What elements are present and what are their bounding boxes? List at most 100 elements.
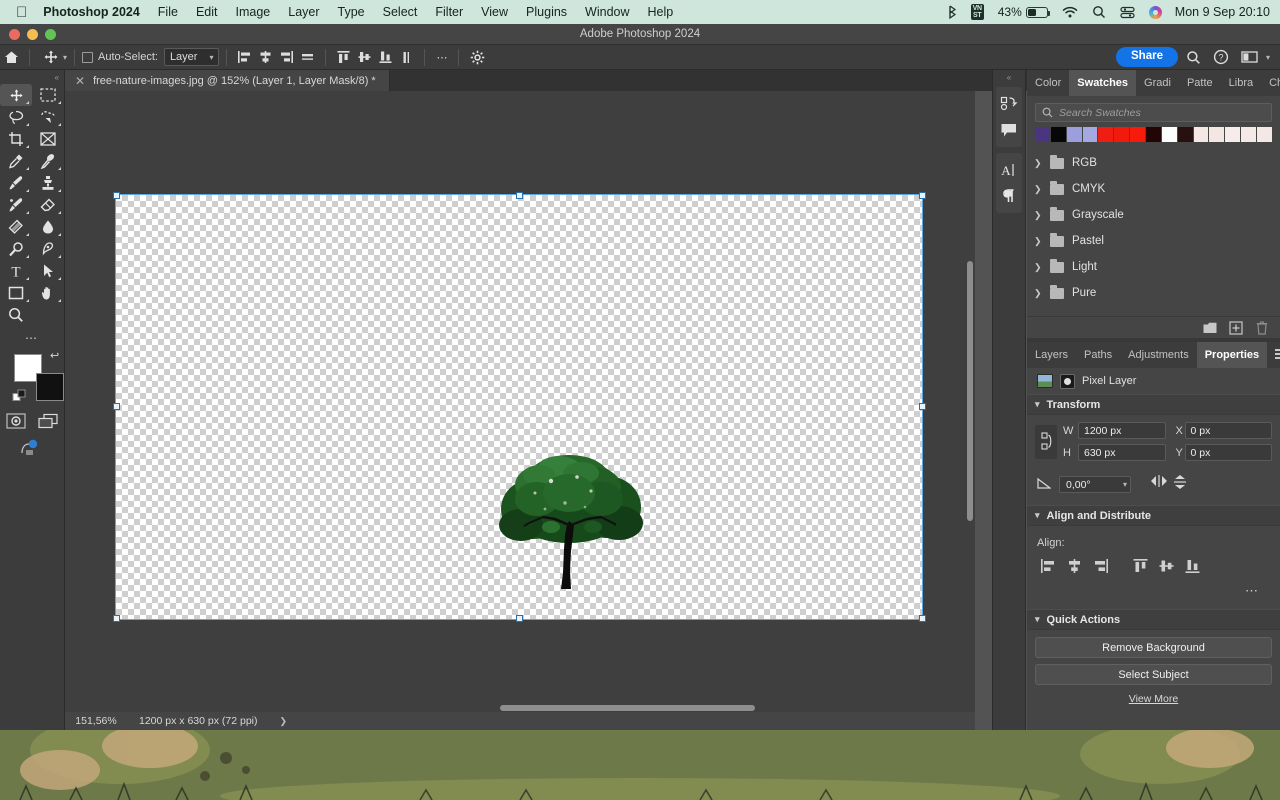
menu-item-image[interactable]: Image <box>227 5 280 19</box>
siri-icon[interactable] <box>1142 6 1169 19</box>
align-horizontal-centers-icon[interactable] <box>255 47 276 67</box>
default-colors-icon[interactable] <box>12 389 27 409</box>
height-input[interactable]: 630 px <box>1078 444 1166 461</box>
swatch-cell[interactable] <box>1257 127 1272 142</box>
align-right-edges-icon[interactable] <box>276 47 297 67</box>
new-swatch-icon[interactable] <box>1228 321 1244 335</box>
clone-stamp-tool-icon[interactable] <box>32 172 64 194</box>
swatch-cell[interactable] <box>1130 127 1145 142</box>
menu-item-select[interactable]: Select <box>374 5 427 19</box>
share-button[interactable]: Share <box>1116 47 1178 67</box>
menu-item-plugins[interactable]: Plugins <box>517 5 576 19</box>
rectangle-tool-icon[interactable] <box>0 282 32 304</box>
select-subject-button[interactable]: Select Subject <box>1035 664 1272 685</box>
swatch-cell[interactable] <box>1241 127 1256 142</box>
auto-select-checkbox[interactable] <box>82 52 93 63</box>
quick-actions-section-header[interactable]: ▾ Quick Actions <box>1027 609 1280 630</box>
swatch-cell[interactable] <box>1146 127 1161 142</box>
menu-item-view[interactable]: View <box>472 5 517 19</box>
eraser-tool-icon[interactable] <box>32 194 64 216</box>
character-panel-icon[interactable]: A <box>996 157 1022 183</box>
home-icon[interactable] <box>0 50 22 64</box>
tab-color[interactable]: Color <box>1027 70 1069 96</box>
swatch-cell[interactable] <box>1178 127 1193 142</box>
search-icon[interactable] <box>1182 47 1205 67</box>
libraries-icon[interactable] <box>996 91 1022 117</box>
tab-layers[interactable]: Layers <box>1027 342 1076 368</box>
extras-icon[interactable] <box>19 437 45 462</box>
vpn-status-icon[interactable]: VNST <box>964 4 991 20</box>
transform-handle-top-left[interactable] <box>113 192 120 199</box>
align-vertical-centers-icon[interactable] <box>1153 557 1179 575</box>
tab-swatches[interactable]: Swatches <box>1069 70 1136 96</box>
bluetooth-icon[interactable] <box>941 5 964 19</box>
zoom-level[interactable]: 151,56% <box>65 715 127 727</box>
blur-tool-icon[interactable] <box>32 216 64 238</box>
battery-status[interactable]: 43% <box>991 5 1055 19</box>
zoom-tool-icon[interactable] <box>0 304 32 326</box>
tab-adjustments[interactable]: Adjustments <box>1120 342 1197 368</box>
align-section-header[interactable]: ▾ Align and Distribute <box>1027 505 1280 526</box>
transform-section-header[interactable]: ▾ Transform <box>1027 394 1280 415</box>
align-top-edges-icon[interactable] <box>333 47 354 67</box>
swatch-folder-light[interactable]: ❯ Light <box>1027 254 1280 280</box>
hand-tool-icon[interactable] <box>32 282 64 304</box>
transform-handle-middle-right[interactable] <box>919 403 926 410</box>
remove-background-button[interactable]: Remove Background <box>1035 637 1272 658</box>
paragraph-panel-icon[interactable] <box>996 183 1022 209</box>
transform-handle-top-right[interactable] <box>919 192 926 199</box>
object-selection-tool-icon[interactable] <box>32 106 64 128</box>
frame-tool-icon[interactable] <box>32 128 64 150</box>
align-right-edges-icon[interactable] <box>1087 557 1113 575</box>
wifi-icon[interactable] <box>1055 6 1085 19</box>
path-selection-tool-icon[interactable] <box>32 260 64 282</box>
swatch-cell[interactable] <box>1035 127 1050 142</box>
menu-item-file[interactable]: File <box>149 5 187 19</box>
search-input[interactable]: Search Swatches <box>1035 103 1272 122</box>
tab-patterns[interactable]: Patte <box>1179 70 1221 96</box>
swatch-cell[interactable] <box>1225 127 1240 142</box>
swatch-folder-grayscale[interactable]: ❯ Grayscale <box>1027 202 1280 228</box>
tab-libraries[interactable]: Libra <box>1221 70 1261 96</box>
menu-item-help[interactable]: Help <box>639 5 683 19</box>
width-input[interactable]: 1200 px <box>1078 422 1166 439</box>
chevron-right-icon[interactable]: ❯ <box>258 716 288 727</box>
distribute-vertically-icon[interactable] <box>396 47 417 67</box>
spot-healing-brush-tool-icon[interactable] <box>32 150 64 172</box>
more-tools-icon[interactable]: ⋯ <box>0 326 64 349</box>
menu-item-filter[interactable]: Filter <box>426 5 472 19</box>
menu-item-type[interactable]: Type <box>329 5 374 19</box>
swatch-cell[interactable] <box>1098 127 1113 142</box>
rotation-angle-input[interactable]: 0,00° ▾ <box>1059 476 1131 493</box>
dodge-tool-icon[interactable] <box>0 238 32 260</box>
tab-gradients[interactable]: Gradi <box>1136 70 1179 96</box>
brush-tool-icon[interactable] <box>0 172 32 194</box>
document-tab[interactable]: ✕ free-nature-images.jpg @ 152% (Layer 1… <box>65 70 390 91</box>
align-bottom-edges-icon[interactable] <box>1179 557 1205 575</box>
more-align-options-icon[interactable]: ⋯ <box>1035 575 1272 599</box>
help-icon[interactable]: ? <box>1209 47 1233 67</box>
close-icon[interactable]: ✕ <box>75 75 85 87</box>
type-tool-icon[interactable]: T <box>0 260 32 282</box>
active-tool-button[interactable]: ▾ <box>37 49 67 65</box>
swatch-folder-pure[interactable]: ❯ Pure <box>1027 280 1280 306</box>
spotlight-search-icon[interactable] <box>1085 5 1113 19</box>
chevron-down-icon[interactable]: ▾ <box>1266 53 1270 62</box>
swatch-cell[interactable] <box>1209 127 1224 142</box>
distribute-horizontally-icon[interactable] <box>297 47 318 67</box>
collapse-panel-icon[interactable]: « <box>0 70 64 84</box>
align-left-edges-icon[interactable] <box>234 47 255 67</box>
tab-properties[interactable]: Properties <box>1197 342 1267 368</box>
auto-select-scope-dropdown[interactable]: Layer ▾ <box>164 48 220 66</box>
swap-colors-icon[interactable]: ↩ <box>50 349 59 362</box>
transform-handle-top-center[interactable] <box>516 192 523 199</box>
more-options-icon[interactable]: ⋯ <box>432 47 451 67</box>
swatch-folder-pastel[interactable]: ❯ Pastel <box>1027 228 1280 254</box>
screen-mode-icon[interactable] <box>37 413 59 434</box>
control-center-icon[interactable] <box>1113 6 1142 19</box>
swatch-folder-rgb[interactable]: ❯ RGB <box>1027 150 1280 176</box>
align-horizontal-centers-icon[interactable] <box>1061 557 1087 575</box>
swatch-cell[interactable] <box>1162 127 1177 142</box>
swatch-cell[interactable] <box>1051 127 1066 142</box>
collapse-panels-icon[interactable]: « <box>993 70 1025 84</box>
